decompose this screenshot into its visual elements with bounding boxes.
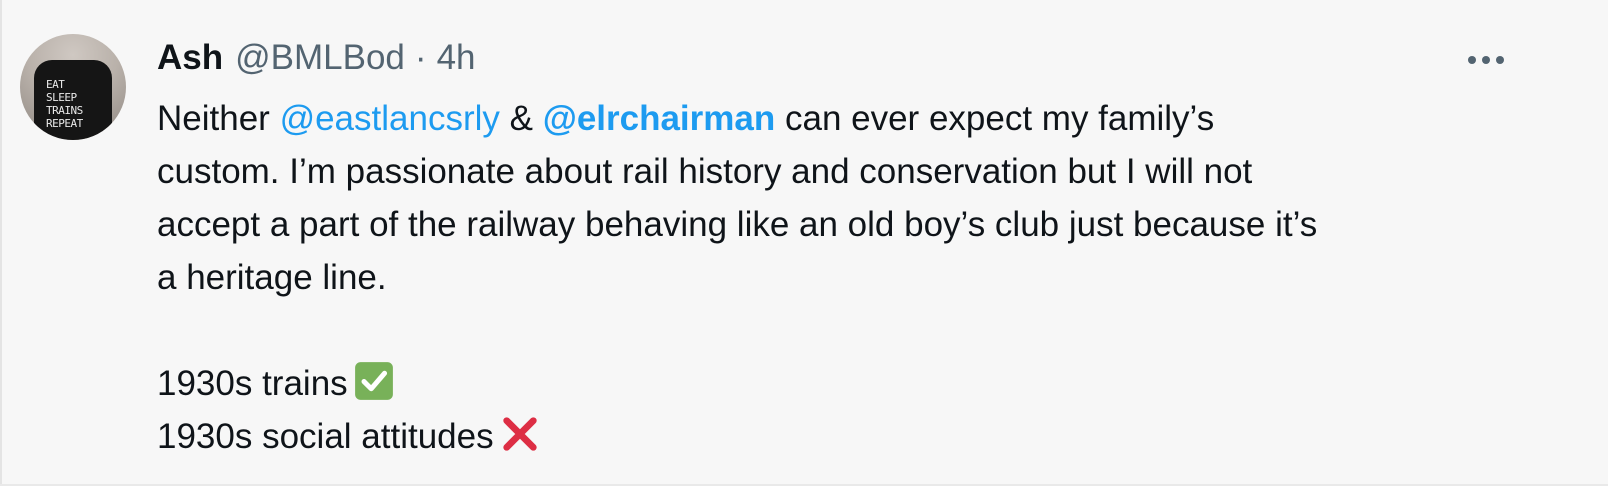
check-mark-icon <box>354 362 393 400</box>
more-options-button[interactable] <box>1462 50 1510 70</box>
tweet-line-attitudes: 1930s social attitudes <box>157 410 1577 463</box>
text-fragment: can ever expect my family’s <box>775 99 1215 138</box>
separator-dot: · <box>414 38 427 77</box>
tweet-line-4: a heritage line. <box>157 258 387 297</box>
tweet-header: Ash @BMLBod · 4h <box>157 38 476 82</box>
mention-elrchairman[interactable]: @elrchairman <box>543 99 776 138</box>
avatar[interactable]: EAT SLEEP TRAINS REPEAT <box>20 34 126 140</box>
author-handle[interactable]: @BMLBod <box>235 38 405 78</box>
timestamp[interactable]: 4h <box>437 38 476 78</box>
tweet-line-2: custom. I’m passionate about rail histor… <box>157 152 1253 191</box>
trains-text: 1930s trains <box>157 364 348 403</box>
text-fragment: Neither <box>157 99 280 138</box>
tweet-text: Neither @eastlancsrly & @elrchairman can… <box>157 92 1577 463</box>
mention-eastlancsrly[interactable]: @eastlancsrly <box>280 99 500 138</box>
tweet-line-trains: 1930s trains <box>157 357 1577 410</box>
text-fragment: & <box>499 99 543 138</box>
attitudes-text: 1930s social attitudes <box>157 417 494 456</box>
tweet[interactable]: EAT SLEEP TRAINS REPEAT Ash @BMLBod · 4h… <box>0 0 1608 486</box>
more-dots-icon <box>1468 56 1504 64</box>
tweet-line-3: accept a part of the railway behaving li… <box>157 205 1318 244</box>
author-name[interactable]: Ash <box>157 38 223 78</box>
tweet-line-1: Neither @eastlancsrly & @elrchairman can… <box>157 92 1577 145</box>
avatar-shirt-text: EAT SLEEP TRAINS REPEAT <box>46 78 83 130</box>
cross-mark-icon <box>502 417 537 451</box>
